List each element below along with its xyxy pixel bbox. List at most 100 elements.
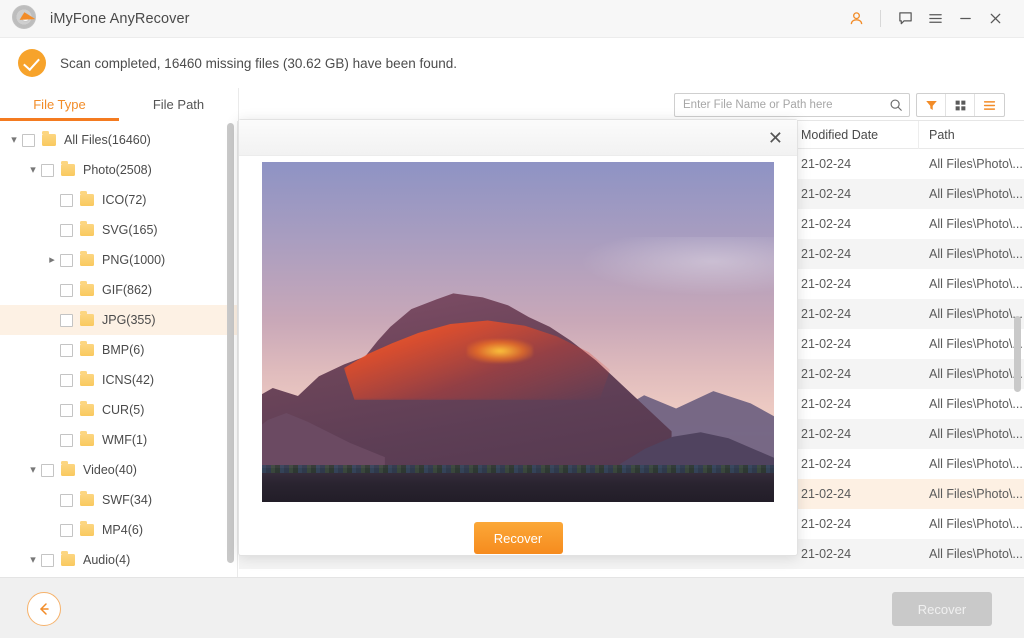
tree-item[interactable]: SVG(165)	[0, 215, 237, 245]
cell-path: All Files\Photo\...	[929, 187, 1023, 201]
tree-item-label: GIF(862)	[102, 283, 153, 297]
cell-date: 21-02-24	[801, 337, 852, 351]
sidebar-scrollbar[interactable]	[227, 123, 234, 563]
tree-item[interactable]: Video(40)	[0, 455, 237, 485]
tree-item-checkbox[interactable]	[60, 343, 73, 357]
cell-date: 21-02-24	[801, 487, 852, 501]
search-input[interactable]	[675, 94, 883, 116]
tree-item-checkbox[interactable]	[60, 433, 73, 447]
check-circle-icon	[18, 49, 46, 77]
tree-item[interactable]: Photo(2508)	[0, 155, 237, 185]
tree-item[interactable]: BMP(6)	[0, 335, 237, 365]
folder-icon	[80, 401, 94, 416]
cell-path: All Files\Photo\...	[929, 307, 1023, 321]
tab-file-path[interactable]: File Path	[119, 88, 238, 121]
tree-item[interactable]: MP4(6)	[0, 515, 237, 545]
tree-item-checkbox[interactable]	[60, 283, 73, 297]
tree-item[interactable]: JPG(355)	[0, 305, 237, 335]
tree-item[interactable]: ICNS(42)	[0, 365, 237, 395]
tree-item-label: CUR(5)	[102, 403, 145, 417]
folder-icon	[80, 311, 94, 326]
tree-item-label: ICNS(42)	[102, 373, 155, 387]
tree-item-checkbox[interactable]	[60, 373, 73, 387]
tree-item-checkbox[interactable]	[22, 133, 35, 147]
cell-path: All Files\Photo\...	[929, 517, 1023, 531]
tree-item[interactable]: SWF(34)	[0, 485, 237, 515]
folder-icon	[80, 341, 94, 356]
chevron-down-icon[interactable]	[25, 465, 41, 476]
folder-icon	[80, 371, 94, 386]
app-window: iMyFone AnyRecover Scan completed, 16460…	[0, 0, 1024, 638]
tree-item[interactable]: All Files(16460)	[0, 125, 237, 155]
recover-button[interactable]: Recover	[892, 592, 992, 626]
search-icon[interactable]	[883, 98, 909, 112]
cell-date: 21-02-24	[801, 187, 852, 201]
tree-item-checkbox[interactable]	[60, 193, 73, 207]
sky-haze	[569, 236, 774, 298]
tree-item[interactable]: ICO(72)	[0, 185, 237, 215]
tree-item-label: ICO(72)	[102, 193, 147, 207]
tree-item[interactable]: GIF(862)	[0, 275, 237, 305]
cell-date: 21-02-24	[801, 367, 852, 381]
tab-file-type[interactable]: File Type	[0, 88, 119, 121]
chevron-down-icon[interactable]	[25, 555, 41, 566]
tree-item-label: All Files(16460)	[64, 133, 151, 147]
chevron-down-icon[interactable]	[6, 135, 22, 146]
tree-item-checkbox[interactable]	[60, 523, 73, 537]
column-header-modified-date[interactable]: Modified Date	[791, 121, 919, 149]
cell-date: 21-02-24	[801, 397, 852, 411]
minimize-icon[interactable]	[950, 4, 980, 34]
folder-icon	[80, 491, 94, 506]
account-icon[interactable]	[841, 4, 871, 34]
modal-header: ✕	[239, 120, 797, 156]
cell-path: All Files\Photo\...	[929, 277, 1023, 291]
folder-icon	[80, 221, 94, 236]
folder-icon	[61, 161, 75, 176]
tree-item-checkbox[interactable]	[60, 493, 73, 507]
tree-item-checkbox[interactable]	[60, 313, 73, 327]
tree-item[interactable]: PNG(1000)	[0, 245, 237, 275]
title-bar: iMyFone AnyRecover	[0, 0, 1024, 38]
close-icon[interactable]: ✕	[768, 129, 783, 147]
cell-date: 21-02-24	[801, 457, 852, 471]
tree-item[interactable]: WMF(1)	[0, 425, 237, 455]
file-list-scrollbar[interactable]	[1014, 316, 1021, 392]
chevron-down-icon[interactable]	[25, 165, 41, 176]
tree-item-label: SWF(34)	[102, 493, 152, 507]
window-controls	[841, 4, 1024, 34]
cell-date: 21-02-24	[801, 547, 852, 561]
close-icon[interactable]	[980, 4, 1010, 34]
tree-item-checkbox[interactable]	[41, 553, 54, 567]
modal-body: Recover	[239, 156, 797, 555]
cell-path: All Files\Photo\...	[929, 247, 1023, 261]
tree-item[interactable]: CUR(5)	[0, 395, 237, 425]
cell-date: 21-02-24	[801, 247, 852, 261]
sun-glow-highlight	[466, 338, 534, 363]
cell-date: 21-02-24	[801, 307, 852, 321]
tree-item-label: PNG(1000)	[102, 253, 166, 267]
folder-icon	[80, 431, 94, 446]
tree-item-checkbox[interactable]	[41, 163, 54, 177]
file-type-sidebar[interactable]: All Files(16460) Photo(2508) ICO(72) SVG(16…	[0, 121, 238, 577]
scan-status-bar: Scan completed, 16460 missing files (30.…	[0, 38, 1024, 88]
folder-icon	[80, 281, 94, 296]
arrow-left-icon[interactable]	[27, 592, 61, 626]
tree-item-label: JPG(355)	[102, 313, 156, 327]
filter-icon[interactable]	[917, 94, 946, 116]
search-box[interactable]	[674, 93, 910, 117]
feedback-icon[interactable]	[890, 4, 920, 34]
file-type-tree: All Files(16460) Photo(2508) ICO(72) SVG(16…	[0, 121, 237, 577]
chevron-right-icon[interactable]	[44, 255, 60, 266]
tree-item-checkbox[interactable]	[60, 253, 73, 267]
tree-item-checkbox[interactable]	[60, 223, 73, 237]
folder-icon	[42, 131, 56, 146]
tree-item-checkbox[interactable]	[41, 463, 54, 477]
tree-item[interactable]: Audio(4)	[0, 545, 237, 575]
modal-recover-button[interactable]: Recover	[473, 522, 563, 554]
folder-icon	[80, 521, 94, 536]
grid-view-icon[interactable]	[946, 94, 975, 116]
column-header-path[interactable]: Path	[919, 121, 1024, 149]
menu-icon[interactable]	[920, 4, 950, 34]
list-view-icon[interactable]	[975, 94, 1004, 116]
tree-item-checkbox[interactable]	[60, 403, 73, 417]
